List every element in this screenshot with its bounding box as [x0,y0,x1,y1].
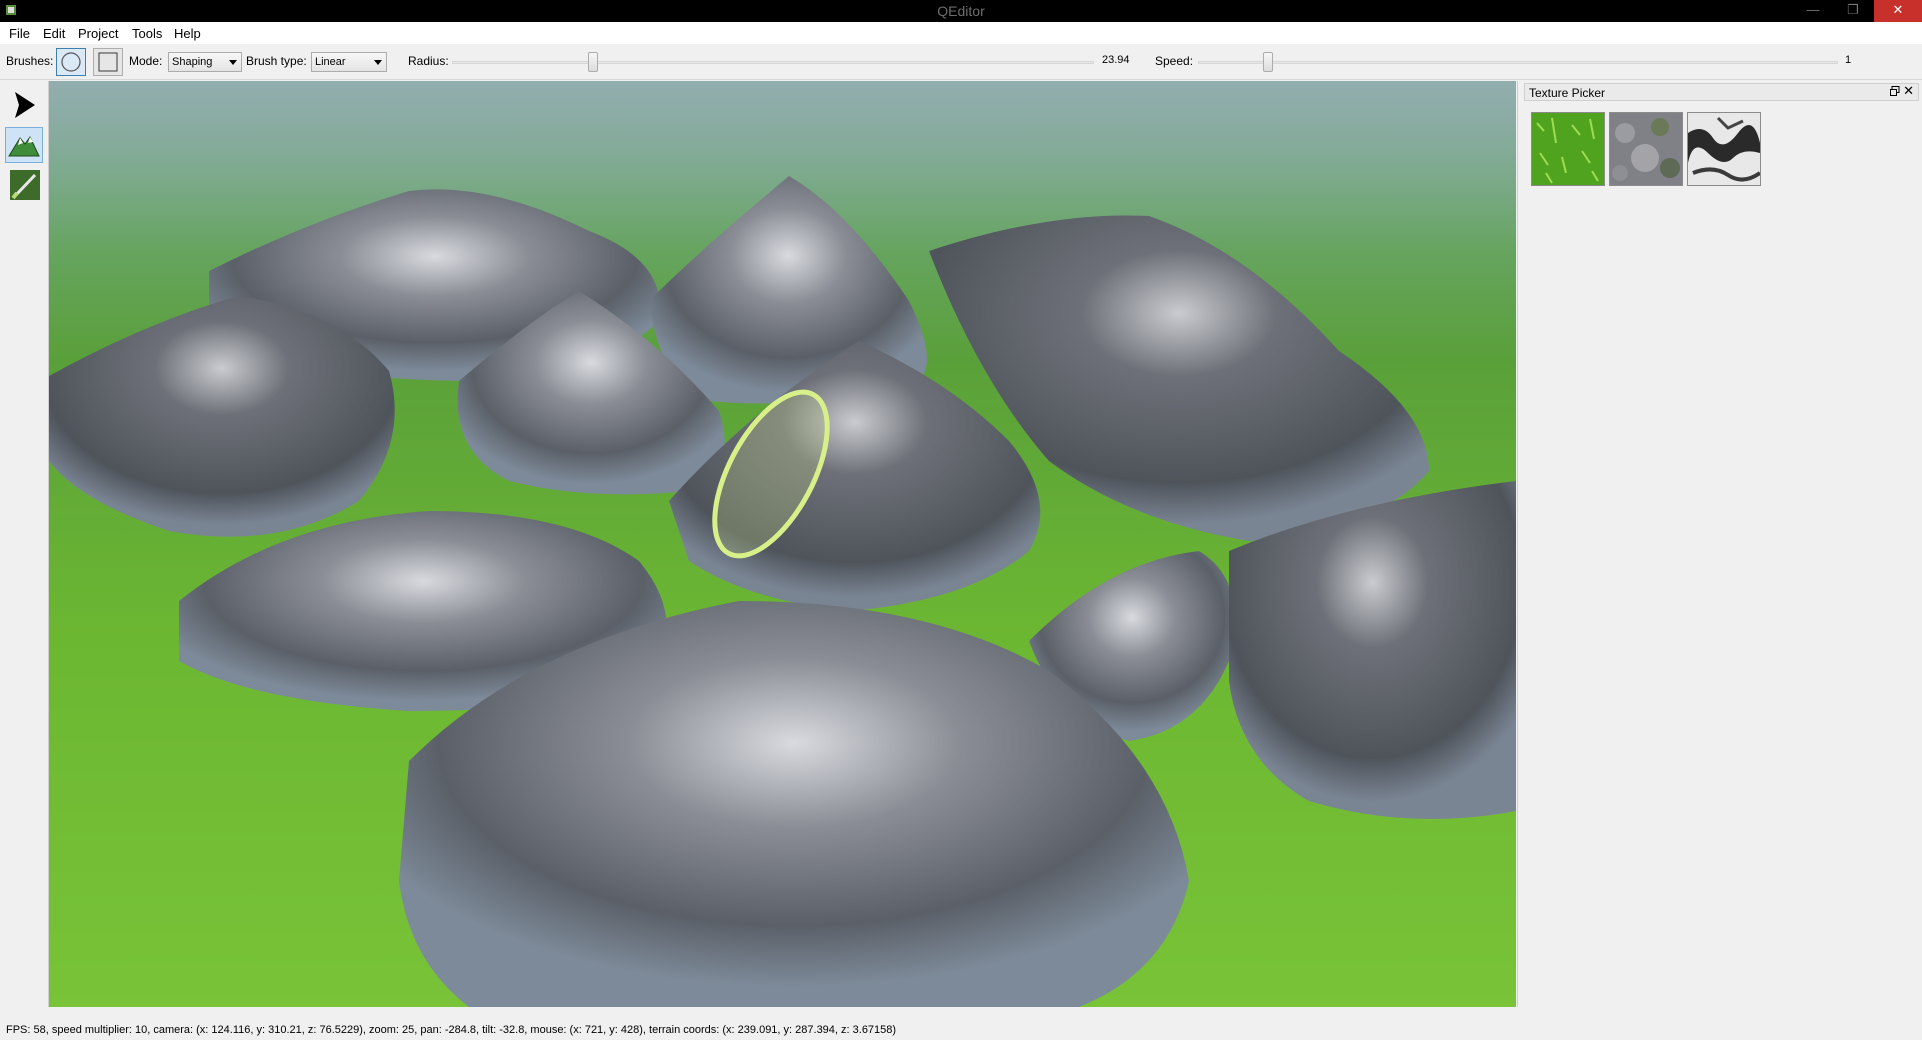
brush-type-select-value: Linear [315,56,346,68]
dock-header: Texture Picker ✕ [1524,83,1919,101]
menu-help[interactable]: Help [174,26,201,41]
float-icon[interactable] [1890,86,1900,96]
menu-file[interactable]: File [9,26,30,41]
terrain-viewport[interactable] [49,81,1516,1007]
brush-type-label: Brush type: [246,54,307,68]
grass-texture[interactable] [1531,112,1605,186]
menu-bar: File Edit Project Tools Help [0,22,1922,44]
close-button[interactable]: ✕ [1874,0,1922,22]
radius-value: 23.94 [1102,54,1130,66]
speed-value: 1 [1845,54,1852,66]
speed-slider-handle[interactable] [1263,52,1274,72]
title-bar: QEditor — ❐ ✕ [0,0,1922,22]
sculpt-tool-button[interactable] [5,127,43,163]
circle-brush-button[interactable] [56,48,86,76]
rock-snow-texture-swatch [1688,113,1762,185]
dock-title: Texture Picker [1529,86,1606,100]
menu-project[interactable]: Project [78,26,118,41]
paint-tool-button[interactable] [5,167,43,203]
brush-type-select[interactable]: Linear [311,52,387,72]
select-tool-button[interactable] [5,87,43,123]
texture-picker-dock: Texture Picker ✕ [1517,81,1922,1007]
rock-moss-texture[interactable] [1609,112,1683,186]
speed-slider-track[interactable] [1198,61,1838,64]
grass-texture-swatch [1532,113,1604,185]
square-brush-icon [98,52,118,72]
status-bar: FPS: 58, speed multiplier: 10, camera: (… [0,1007,1922,1040]
rock-snow-texture[interactable] [1687,112,1762,186]
terrain-render [49,81,1516,1007]
tool-strip [0,81,49,1007]
radius-label: Radius: [408,54,449,68]
menu-tools[interactable]: Tools [132,26,162,41]
chevron-down-icon [229,60,237,65]
circle-brush-icon [61,52,81,72]
speed-label: Speed: [1155,54,1194,68]
chevron-down-icon [374,60,382,65]
square-brush-button[interactable] [93,48,123,76]
rock-moss-texture-swatch [1610,113,1682,185]
texture-paint-icon [10,170,40,200]
terrain-sculpt-icon [8,136,40,157]
brushes-label: Brushes: [6,54,54,68]
window-title: QEditor [937,3,985,19]
mode-label: Mode: [129,54,163,68]
mode-select[interactable]: Shaping [168,52,242,72]
close-icon[interactable]: ✕ [1903,83,1914,99]
menu-edit[interactable]: Edit [43,26,65,41]
radius-slider-track[interactable] [452,61,1094,64]
radius-slider-handle[interactable] [588,52,599,72]
minimize-button[interactable]: — [1793,0,1833,22]
maximize-button[interactable]: ❐ [1833,0,1873,22]
select-arrow-icon [15,92,35,118]
status-text: FPS: 58, speed multiplier: 10, camera: (… [6,1024,897,1036]
mode-select-value: Shaping [172,56,213,68]
brush-toolbar: Brushes: Mode: Shaping Brush type: Linea… [0,44,1922,80]
